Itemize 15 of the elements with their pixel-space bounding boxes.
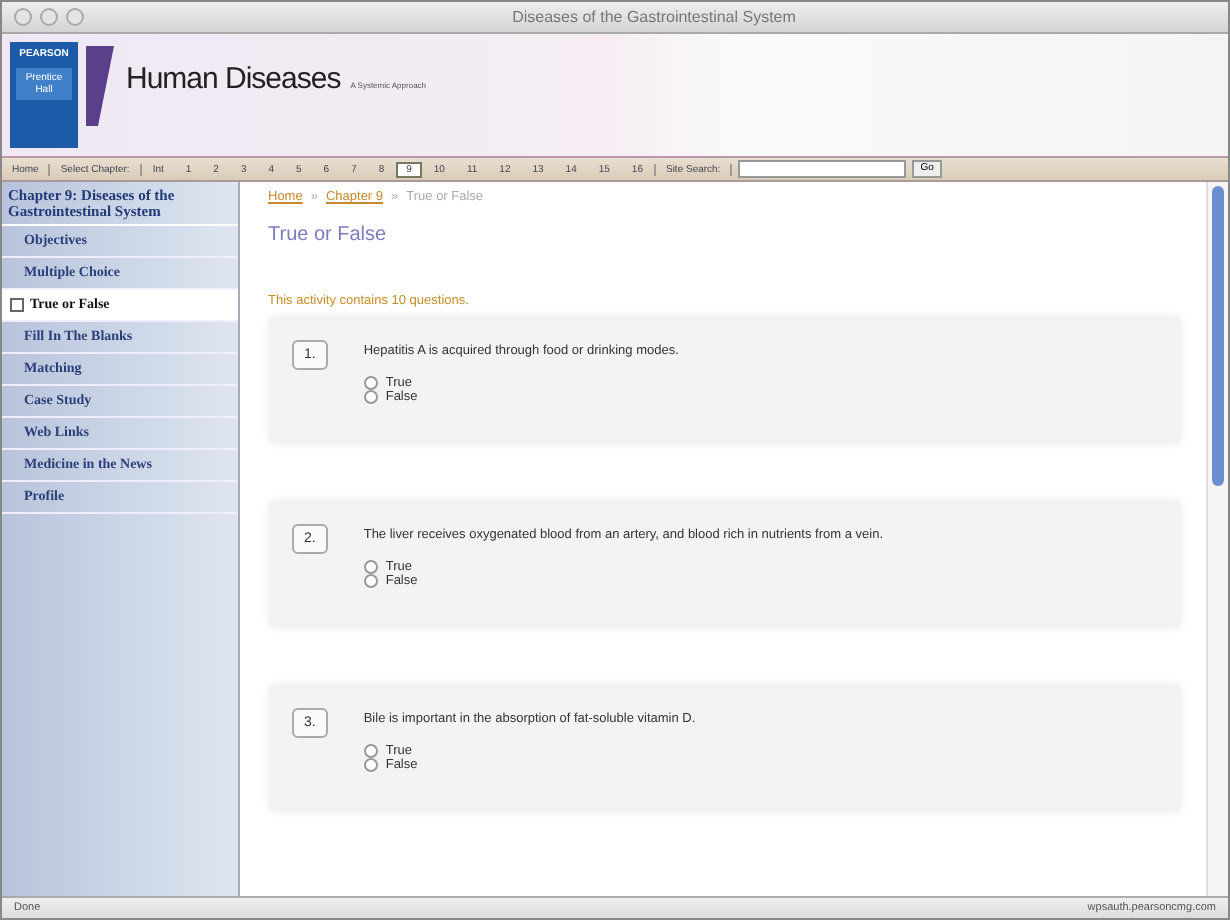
site-title: Human Diseases <box>126 62 341 96</box>
radio-button[interactable] <box>363 744 378 758</box>
minimize-icon[interactable] <box>40 8 58 26</box>
radio-button[interactable] <box>363 574 378 588</box>
page-title: True or False <box>268 224 389 246</box>
radio-button[interactable] <box>363 560 378 574</box>
search-field[interactable] <box>738 160 907 178</box>
close-icon[interactable] <box>14 8 32 26</box>
zoom-icon[interactable] <box>66 8 84 26</box>
radio-button[interactable] <box>363 390 378 404</box>
scrollbar[interactable] <box>1206 182 1228 896</box>
stripe-icon <box>86 46 114 126</box>
radio-button[interactable] <box>363 376 378 390</box>
window-title: Diseases of the Gastrointestinal System <box>510 8 798 26</box>
radio-button[interactable] <box>363 758 378 772</box>
